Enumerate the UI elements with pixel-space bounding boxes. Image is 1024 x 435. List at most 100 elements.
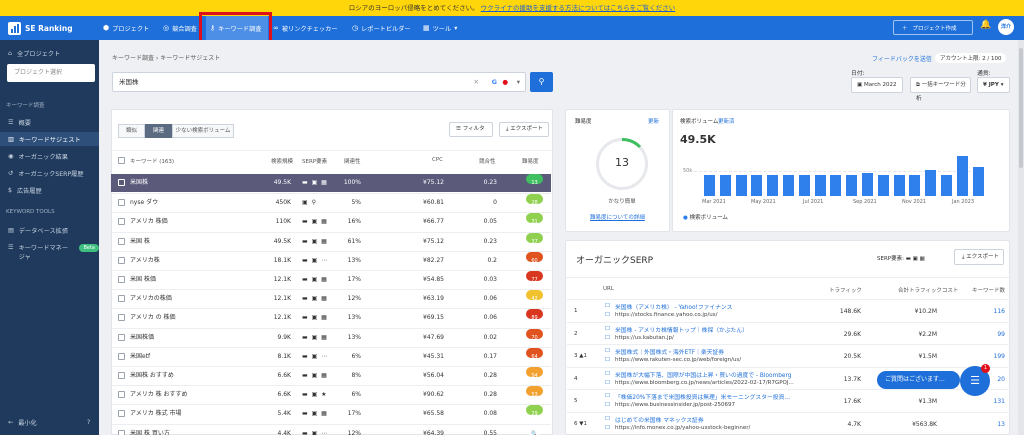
col-relevance[interactable]: 関連性 (344, 157, 361, 165)
difficulty-more-link[interactable]: 難易度についての詳細 (590, 213, 645, 221)
volume-bar[interactable] (830, 174, 842, 196)
volume-bar[interactable] (704, 174, 715, 196)
select-all-checkbox[interactable] (118, 157, 125, 164)
volume-bar[interactable] (909, 174, 921, 196)
row-checkbox[interactable] (118, 352, 125, 360)
volume-bar[interactable] (925, 170, 937, 196)
serp-result-url[interactable]: https://us.kabutan.jp/ (615, 335, 674, 341)
table-row[interactable]: アメリカの株価 12.1K ▬ ▣ ▦ 12% ¥63.19 0.06 42 (111, 289, 551, 307)
clear-icon[interactable]: ✕ (474, 73, 479, 91)
serp-keywords[interactable]: 131 (985, 398, 1005, 405)
volume-bar[interactable] (972, 166, 984, 196)
logo[interactable]: SE Ranking (8, 21, 73, 35)
row-checkbox[interactable] (118, 179, 125, 186)
chat-prompt[interactable]: ご質問はございます... (877, 371, 960, 389)
currency-select[interactable]: ¥ JPY ▾ (977, 77, 1010, 93)
filter-button[interactable]: ☰ フィルタ (449, 122, 493, 137)
bell-icon[interactable]: 🔔 (980, 20, 991, 30)
serp-result-url[interactable]: https://www.businessinsider.jp/post-2506… (615, 402, 735, 408)
sidebar-all-projects[interactable]: ⌂ 全プロジェクト (0, 46, 99, 60)
nav-report-builder[interactable]: ◷ レポートビルダー (352, 16, 416, 40)
help-icon[interactable]: ? (87, 419, 90, 426)
avatar[interactable]: 洋介 (998, 19, 1014, 35)
col-volume[interactable]: 検索規模 (271, 157, 293, 165)
banner-link[interactable]: ウクライナの援助を支援する方法についてはこちらをご覧ください (481, 4, 676, 12)
row-checkbox[interactable] (118, 391, 125, 399)
tab-low-volume[interactable]: 少ない検索ボリューム (172, 124, 234, 138)
row-checkbox[interactable] (118, 256, 125, 264)
serp-result-url[interactable]: https://www.bloomberg.co.jp/news/article… (615, 380, 794, 386)
row-checkbox[interactable] (118, 199, 125, 207)
volume-bar[interactable] (719, 174, 731, 196)
search-button[interactable]: ⚲ (530, 72, 553, 92)
volume-bar[interactable] (893, 174, 905, 196)
sidebar-item-keyword-suggest[interactable]: ▥ キーワードサジェスト (0, 132, 99, 146)
serp-keywords[interactable]: 116 (985, 308, 1005, 315)
serp-result-url[interactable]: https://stocks.finance.yahoo.co.jp/us/ (615, 312, 718, 318)
serp-keywords[interactable]: 99 (985, 331, 1005, 338)
row-checkbox[interactable] (118, 237, 125, 245)
volume-bar[interactable] (735, 174, 747, 196)
bulk-analysis-button[interactable]: ⧉ 一括キーワード分析 (910, 77, 971, 102)
google-icon[interactable]: G (492, 73, 497, 91)
volume-bar[interactable] (798, 174, 810, 196)
keyword-cell[interactable]: アメリカ株 (130, 252, 160, 270)
date-select[interactable]: ▣ March 2022 (851, 77, 903, 93)
sidebar-item-keyword-manager[interactable]: ☰ キーワードマネージャ Beta (0, 242, 99, 264)
col-difficulty[interactable]: 難易度 (522, 157, 539, 165)
row-checkbox[interactable] (118, 429, 125, 435)
row-checkbox[interactable] (118, 314, 125, 322)
col-competition[interactable]: 競合性 (479, 157, 496, 165)
volume-bar[interactable] (814, 174, 826, 196)
sidebar-item-ad-history[interactable]: $ 広告履歴 (0, 183, 99, 197)
volume-bar[interactable] (877, 174, 889, 196)
serp-col-cost[interactable]: 合計トラフィックコスト (898, 286, 958, 294)
table-row[interactable]: アメリカ の 株価 12.1K ▬ ▣ ▦ 13% ¥69.15 0.06 89 (111, 308, 551, 326)
col-cpc[interactable]: CPC (432, 157, 443, 163)
keyword-cell[interactable]: アメリカの株価 (130, 290, 172, 308)
keyword-cell[interactable]: アメリカ 株 おすすめ (130, 386, 188, 404)
table-row[interactable]: nyse ダウ 450K ▣ ⚲ 5% ¥60.81 0 28 (111, 193, 551, 211)
serp-col-traffic[interactable]: トラフィック (829, 286, 862, 294)
row-checkbox[interactable] (118, 218, 125, 226)
serp-result-url[interactable]: https://www.rakuten-sec.co.jp/web/foreig… (615, 357, 741, 363)
chevron-down-icon[interactable]: ▾ (517, 73, 520, 91)
table-row[interactable]: 米国株価 9.9K ▬ ▣ ▦ 13% ¥47.69 0.02 70 (111, 327, 551, 346)
keyword-cell[interactable]: アメリカ の 株価 (130, 309, 176, 327)
volume-bar[interactable] (941, 174, 952, 196)
row-checkbox[interactable] (118, 333, 125, 341)
country-flag-icon[interactable]: ● (502, 73, 508, 91)
feedback-link[interactable]: フィードバックを送信 (872, 54, 932, 63)
nav-projects[interactable]: ⬢ プロジェクト (103, 16, 159, 40)
serp-result-title[interactable]: 米国株 - アメリカ株情報トップ｜株探（かぶたん） (615, 325, 748, 334)
volume-bar[interactable] (862, 172, 873, 196)
table-row[interactable]: 米国 株価 12.1K ▬ ▣ ▦ 17% ¥54.85 0.03 77 (111, 270, 551, 288)
export-button[interactable]: ⤓ エクスポート (499, 122, 549, 137)
table-row[interactable]: 米国 株 買い方 4.4K ▬ ▣ ⋯ 12% ¥64.39 0.55 🔍 (111, 423, 551, 435)
volume-refresh[interactable]: 更新済 (718, 117, 735, 125)
sidebar-item-serp-history[interactable]: ↺ オーガニックSERP履歴 (0, 166, 99, 180)
serp-col-keywords[interactable]: キーワード数 (972, 286, 1005, 294)
table-row[interactable]: アメリカ 株 おすすめ 6.6K ▬ ▣ ★ 6% ¥90.62 0.28 53 (111, 385, 551, 403)
serp-result-title[interactable]: 米国株（アメリカ株） - Yahoo!ファイナンス (615, 302, 732, 311)
volume-bar[interactable] (767, 174, 779, 196)
row-checkbox[interactable] (118, 295, 125, 303)
nav-tools[interactable]: ▦ ツール ▾ (423, 16, 463, 40)
serp-export-button[interactable]: ⤓ エクスポート (954, 249, 1004, 265)
volume-bar[interactable] (751, 174, 763, 196)
serp-result-title[interactable]: はじめての米国株 マネックス証券 (615, 415, 704, 424)
row-checkbox[interactable] (118, 276, 125, 283)
table-row[interactable]: 米国 株 49.5K ▬ ▣ ▦ 61% ¥75.12 0.23 37 (111, 231, 551, 251)
serp-result-title[interactable]: 米国株が大幅下落、国際が中国は上昇・買いの過度で - Bloomberg (615, 370, 791, 379)
nav-competitors[interactable]: ◎ 競合調査 (163, 16, 203, 40)
sidebar-item-overview[interactable]: ☰ 概要 (0, 115, 99, 129)
serp-keywords[interactable]: 199 (985, 353, 1005, 360)
table-row[interactable]: 米国株 49.5K ▬ ▣ ▦ 100% ¥75.12 0.23 13 (111, 174, 551, 192)
tab-similar[interactable]: 類似 (118, 124, 145, 138)
difficulty-refresh[interactable]: 更新 (648, 117, 659, 125)
keyword-cell[interactable]: 米国株 (130, 174, 148, 192)
sidebar-collapse[interactable]: ← 最小化? (0, 415, 99, 429)
keyword-search-input[interactable]: 米国株 ✕ G ● ▾ (112, 72, 526, 92)
keyword-cell[interactable]: 米国 株 (130, 233, 150, 251)
row-checkbox[interactable] (118, 372, 125, 379)
